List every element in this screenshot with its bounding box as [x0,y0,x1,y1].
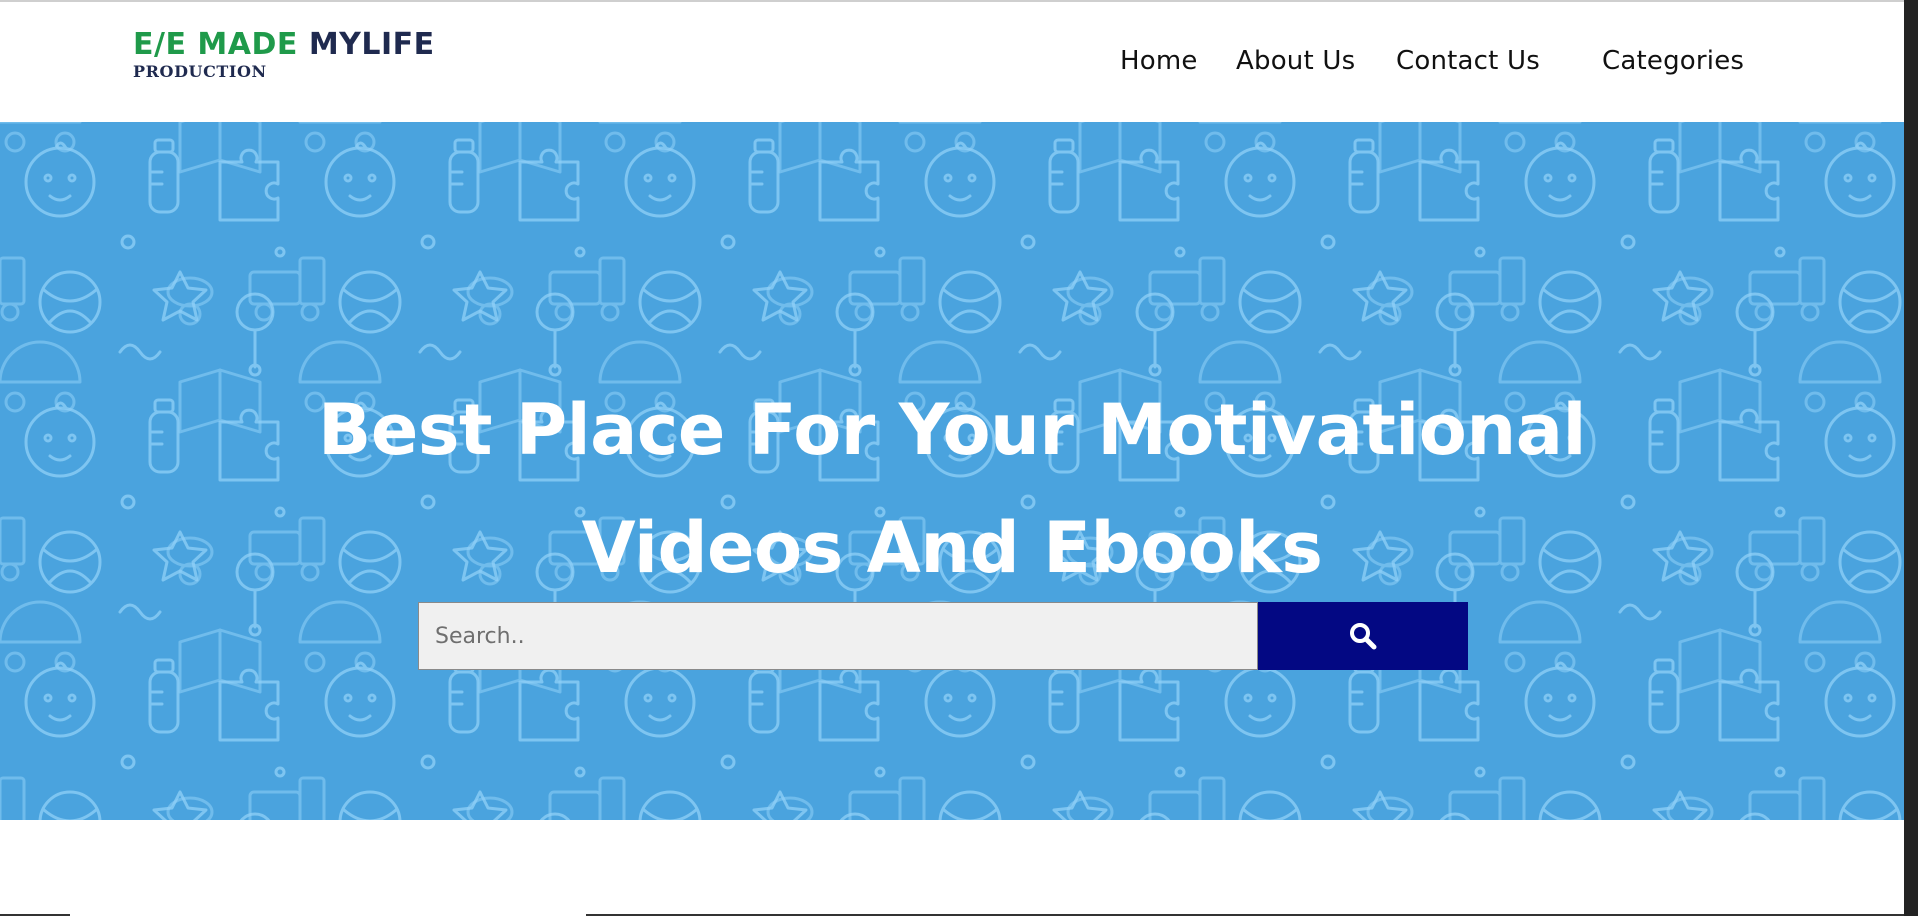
nav-categories-link[interactable]: Categories [1602,46,1744,76]
hero-title-line-2: Videos And Ebooks [581,506,1323,589]
search-icon [1350,623,1377,650]
logo-wordmark: E/E MADE MYLIFE [133,30,435,60]
site-logo[interactable]: E/E MADE MYLIFE PRODUCTION [133,30,435,80]
hero-banner: Best Place For Your Motivational Videos … [0,122,1904,820]
search-input[interactable] [418,602,1258,670]
bottom-border [0,912,1904,916]
logo-text-green: E/E MADE [133,27,298,62]
logo-text-navy: MYLIFE [308,27,435,62]
search-button[interactable] [1258,602,1468,670]
logo-subtitle: PRODUCTION [133,62,267,81]
nav-home-link[interactable]: Home [1120,46,1198,76]
page: E/E MADE MYLIFE PRODUCTION Home About Us… [0,0,1918,916]
search-form [418,602,1468,670]
nav-about-us-link[interactable]: About Us [1236,46,1355,76]
nav-contact-us-link[interactable]: Contact Us [1396,46,1540,76]
baby-pattern-background [0,122,1904,820]
window-edge-bar [1904,0,1918,916]
site-header: E/E MADE MYLIFE PRODUCTION Home About Us… [0,2,1904,122]
hero-title-line-1: Best Place For Your Motivational [318,388,1586,471]
